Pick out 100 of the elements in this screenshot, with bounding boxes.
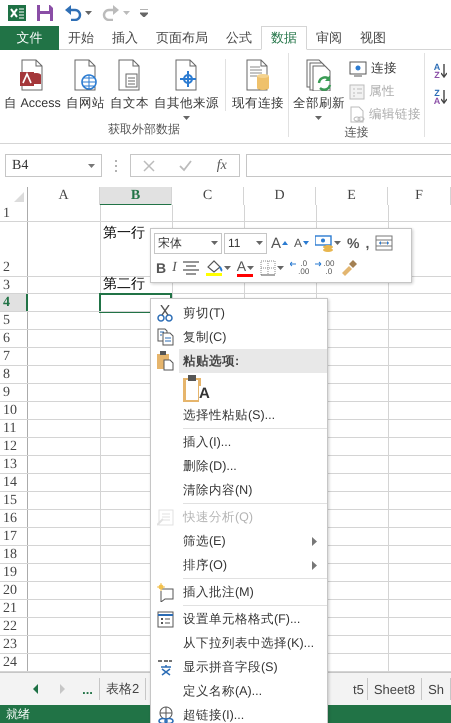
font-color-button[interactable]: A: [234, 258, 256, 278]
database-icon: [20, 59, 44, 91]
ribbon-tab[interactable]: 视图: [351, 26, 395, 50]
comma-button[interactable]: ,: [363, 233, 372, 254]
monitor-icon: [348, 60, 367, 76]
bold-button[interactable]: B: [154, 258, 168, 278]
phonetic-icon: [157, 658, 173, 676]
font-size-field[interactable]: 11: [224, 232, 267, 254]
menu-item[interactable]: 筛选(E): [151, 529, 327, 553]
sort-descending-button[interactable]: Z A: [434, 89, 448, 105]
database-icon: [245, 59, 270, 91]
copy-icon: [156, 328, 174, 346]
menu-item[interactable]: 剪切(T): [151, 301, 327, 325]
ribbon-tab[interactable]: 数据: [261, 26, 307, 50]
font-field[interactable]: 宋体: [154, 232, 222, 254]
merge-button[interactable]: [373, 233, 396, 254]
caret-icon: [224, 266, 231, 270]
sort-ascending-button[interactable]: A Z: [434, 63, 448, 79]
ribbon-button[interactable]: 自 Access: [3, 57, 62, 121]
ribbon-button[interactable]: 自其他来源: [152, 57, 220, 121]
menu-item[interactable]: 删除(D)...: [151, 454, 327, 478]
refresh-icon: [304, 59, 333, 91]
table-cell: 第二行: [103, 277, 145, 293]
menu-item[interactable]: 复制(C): [151, 325, 327, 349]
customize-button[interactable]: [140, 9, 148, 17]
ribbon-button[interactable]: 现有连接: [230, 57, 285, 121]
percent-button[interactable]: %: [345, 233, 362, 254]
name-box[interactable]: B4: [5, 154, 102, 177]
sheet-tab[interactable]: t5: [350, 678, 368, 700]
paste-option-button[interactable]: A: [151, 373, 327, 403]
link-icon: [348, 106, 365, 123]
text-file-icon: [117, 59, 142, 91]
increase-decimal-button[interactable]: .0 .00: [288, 258, 312, 278]
menu-item[interactable]: 插入批注(M): [151, 577, 327, 604]
ribbon-tab[interactable]: 插入: [103, 26, 147, 50]
menu-item[interactable]: 排序(O): [151, 553, 327, 577]
caret-icon: [88, 164, 95, 168]
paint-bucket-icon: [204, 259, 223, 274]
save-button[interactable]: [36, 4, 54, 22]
caret-icon: [256, 241, 263, 246]
submenu-arrow-icon: [312, 536, 317, 546]
row-header[interactable]: 4: [0, 294, 28, 311]
checkmark-icon: [179, 160, 192, 172]
ribbon-tab[interactable]: 公式: [217, 26, 261, 50]
insert-function-button[interactable]: fx: [216, 158, 227, 174]
right-arrow-icon: [315, 260, 322, 267]
save-icon: [36, 4, 54, 22]
menu-heading: 粘贴选项:: [151, 349, 327, 373]
select-all-icon: [14, 192, 24, 202]
brush-icon: [340, 258, 358, 277]
menu-item[interactable]: 选择性粘贴(S)...: [151, 403, 327, 427]
money-icon: [315, 234, 334, 252]
menu-item[interactable]: 定义名称(A)...: [151, 679, 327, 703]
formula-field[interactable]: [246, 154, 451, 177]
italic-button[interactable]: I: [170, 258, 179, 278]
menu-item[interactable]: 从下拉列表中选择(K)...: [151, 631, 327, 655]
accounting-button[interactable]: [313, 233, 344, 254]
menu-item[interactable]: 设置单元格格式(F)...: [151, 604, 327, 631]
more-sheets-button[interactable]: ...: [76, 678, 100, 700]
ribbon-button[interactable]: 连接: [348, 59, 421, 78]
ribbon-button[interactable]: 自网站: [64, 57, 106, 121]
file-tab[interactable]: 文件: [0, 26, 59, 50]
borders-button[interactable]: [258, 258, 286, 278]
table-cell: 第一行: [103, 226, 145, 242]
sheet-tab[interactable]: Sh: [422, 678, 451, 700]
undo-icon: [64, 5, 82, 21]
ribbon-button[interactable]: 自文本: [108, 57, 150, 121]
grow-font-button[interactable]: A: [269, 233, 290, 254]
undo-button[interactable]: [64, 5, 92, 21]
ribbon-tab[interactable]: 开始: [59, 26, 103, 50]
caret-icon: [315, 116, 322, 120]
group-label: 连接: [343, 124, 370, 140]
crosshair-icon: [174, 59, 198, 91]
grip-icon: [114, 159, 118, 173]
close-icon: [143, 160, 156, 172]
ribbon-tab[interactable]: 页面布局: [147, 26, 217, 50]
excel-logo-icon: [8, 4, 26, 22]
align-center-icon: [182, 260, 199, 275]
ribbon-button[interactable]: 全部刷新: [292, 57, 346, 124]
ribbon-tab[interactable]: 审阅: [307, 26, 351, 50]
decrease-decimal-button[interactable]: .00 .0: [313, 258, 336, 278]
row-header[interactable]: 9: [0, 384, 28, 401]
column-header[interactable]: B: [100, 187, 172, 206]
caret-icon: [247, 266, 254, 270]
sheet-tab[interactable]: Sheet8: [368, 678, 422, 700]
arrow-icon: [441, 64, 448, 78]
caret-icon: [85, 11, 92, 15]
chart-icon: [156, 508, 174, 526]
up-arrow-icon: [282, 241, 288, 246]
caret-icon: [123, 11, 130, 15]
group-label: 获取外部数据: [106, 121, 181, 137]
menu-item[interactable]: 超链接(I)...: [151, 703, 327, 723]
menu-item[interactable]: 插入(I)...: [151, 427, 327, 454]
redo-icon: [102, 5, 120, 21]
down-arrow-icon: [303, 241, 310, 246]
shrink-font-button[interactable]: A: [292, 233, 312, 254]
merge-cells-icon: [375, 235, 394, 252]
menu-item[interactable]: 清除内容(N): [151, 478, 327, 502]
menu-item[interactable]: 显示拼音字段(S): [151, 655, 327, 679]
sheet-tab[interactable]: 表格2: [100, 678, 146, 700]
